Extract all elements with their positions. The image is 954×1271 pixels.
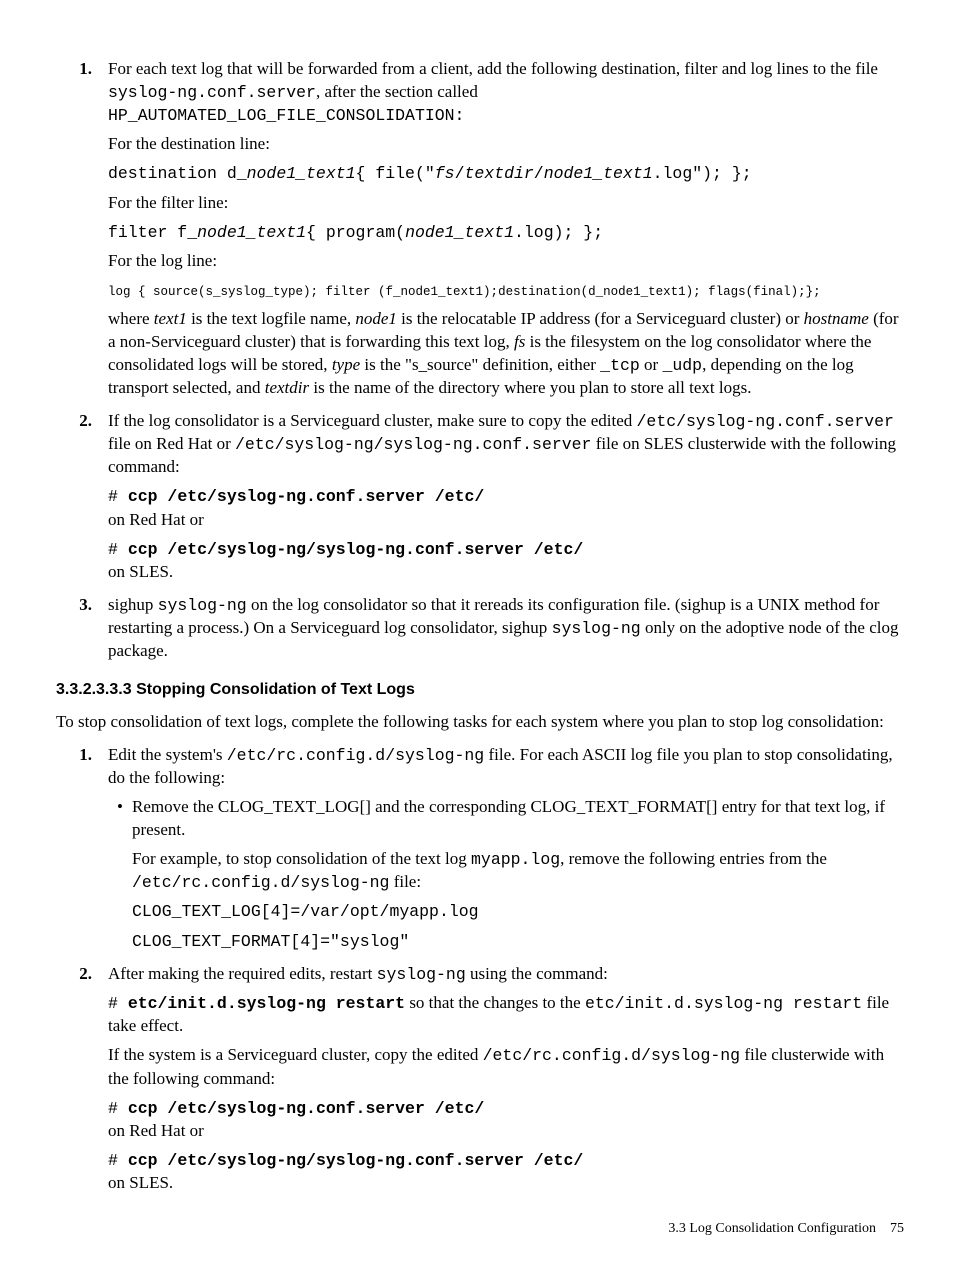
- code: _tcp: [600, 356, 640, 375]
- step-number: 2.: [56, 963, 108, 1195]
- text: If the system is a Serviceguard cluster,…: [108, 1045, 483, 1064]
- command: etc/init.d.syslog-ng restart: [128, 994, 405, 1013]
- step-body: For each text log that will be forwarded…: [108, 58, 904, 400]
- text: is the text logfile name,: [187, 309, 356, 328]
- code: log { source(s_syslog_type); filter (f_n…: [108, 285, 821, 299]
- code: HP_AUTOMATED_LOG_FILE_CONSOLIDATION:: [108, 106, 464, 125]
- step-body: Edit the system's /etc/rc.config.d/syslo…: [108, 744, 904, 953]
- page-container: 1. For each text log that will be forwar…: [0, 0, 954, 1271]
- label: For the filter line:: [108, 192, 904, 215]
- var: type: [332, 355, 360, 374]
- code-var: node1_text1: [405, 223, 514, 242]
- var: node1: [355, 309, 397, 328]
- var: hostname: [804, 309, 869, 328]
- code: /: [534, 164, 544, 183]
- section-heading: 3.3.2.3.3.3 Stopping Consolidation of Te…: [56, 679, 904, 701]
- code: syslog-ng: [158, 596, 247, 615]
- text: For each text log that will be forwarded…: [108, 59, 878, 78]
- prompt: #: [108, 1099, 128, 1118]
- prompt: #: [108, 487, 128, 506]
- text: using the command:: [466, 964, 608, 983]
- text: file:: [389, 872, 421, 891]
- bullet-icon: •: [108, 796, 132, 953]
- code: syslog-ng.conf.server: [108, 83, 316, 102]
- code-var: node1_text1: [544, 164, 653, 183]
- text: is the relocatable IP address (for a Ser…: [397, 309, 804, 328]
- text: For example, to stop consolidation of th…: [132, 849, 471, 868]
- text: Edit the system's: [108, 745, 227, 764]
- code: syslog-ng: [552, 619, 641, 638]
- code-var: node1_text1: [197, 223, 306, 242]
- prompt: #: [108, 994, 128, 1013]
- step-body: If the log consolidator is a Serviceguar…: [108, 410, 904, 584]
- code: /etc/rc.config.d/syslog-ng: [132, 873, 389, 892]
- text: on Red Hat or: [108, 1120, 904, 1143]
- code: .log); };: [514, 223, 603, 242]
- text: on SLES.: [108, 561, 904, 584]
- code: etc/init.d.syslog-ng restart: [585, 994, 862, 1013]
- code: destination d_: [108, 164, 247, 183]
- text: so that the changes to the: [405, 993, 585, 1012]
- var: textdir: [265, 378, 309, 397]
- stop-step-1: 1. Edit the system's /etc/rc.config.d/sy…: [56, 744, 904, 953]
- section-intro: To stop consolidation of text logs, comp…: [56, 711, 904, 734]
- code: filter f_: [108, 223, 197, 242]
- command: ccp /etc/syslog-ng.conf.server /etc/: [128, 1099, 484, 1118]
- step-2: 2. If the log consolidator is a Serviceg…: [56, 410, 904, 584]
- code: CLOG_TEXT_LOG[4]=/var/opt/myapp.log: [132, 902, 479, 921]
- command: ccp /etc/syslog-ng/syslog-ng.conf.server…: [128, 540, 583, 559]
- step-number: 3.: [56, 594, 108, 663]
- code: myapp.log: [471, 850, 560, 869]
- bullet-item: • Remove the CLOG_TEXT_LOG[] and the cor…: [108, 796, 904, 953]
- var: fs: [514, 332, 525, 351]
- code: { program(: [306, 223, 405, 242]
- step-body: sighup syslog-ng on the log consolidator…: [108, 594, 904, 663]
- code: /: [455, 164, 465, 183]
- text: or: [640, 355, 663, 374]
- code: /etc/syslog-ng.conf.server: [637, 412, 894, 431]
- text: , after the section called: [316, 82, 478, 101]
- code-var: textdir: [464, 164, 533, 183]
- code: .log"); };: [653, 164, 752, 183]
- code: syslog-ng: [377, 965, 466, 984]
- step-body: After making the required edits, restart…: [108, 963, 904, 1195]
- text: is the name of the directory where you p…: [309, 378, 751, 397]
- text: file on Red Hat or: [108, 434, 235, 453]
- prompt: #: [108, 540, 128, 559]
- code-var: fs: [435, 164, 455, 183]
- step-number: 1.: [56, 58, 108, 400]
- text: on Red Hat or: [108, 509, 904, 532]
- prompt: #: [108, 1151, 128, 1170]
- step-number: 2.: [56, 410, 108, 584]
- page-footer: 3.3 Log Consolidation Configuration 75: [668, 1220, 904, 1239]
- text: Remove the CLOG_TEXT_LOG[] and the corre…: [132, 796, 904, 842]
- text: , remove the following entries from the: [560, 849, 827, 868]
- text: If the log consolidator is a Serviceguar…: [108, 411, 637, 430]
- step-3: 3. sighup syslog-ng on the log consolida…: [56, 594, 904, 663]
- step-number: 1.: [56, 744, 108, 953]
- command: ccp /etc/syslog-ng/syslog-ng.conf.server…: [128, 1151, 583, 1170]
- label: For the log line:: [108, 250, 904, 273]
- command: ccp /etc/syslog-ng.conf.server /etc/: [128, 487, 484, 506]
- text: After making the required edits, restart: [108, 964, 377, 983]
- text: where: [108, 309, 154, 328]
- code: /etc/rc.config.d/syslog-ng: [227, 746, 484, 765]
- code-var: node1_text1: [247, 164, 356, 183]
- code: _udp: [662, 356, 702, 375]
- text: on SLES.: [108, 1172, 904, 1195]
- var: text1: [154, 309, 187, 328]
- footer-page-number: 75: [890, 1221, 904, 1236]
- code: /etc/syslog-ng/syslog-ng.conf.server: [235, 435, 591, 454]
- text: sighup: [108, 595, 158, 614]
- label: For the destination line:: [108, 133, 904, 156]
- step-1: 1. For each text log that will be forwar…: [56, 58, 904, 400]
- code: CLOG_TEXT_FORMAT[4]="syslog": [132, 932, 409, 951]
- text: is the "s_source" definition, either: [360, 355, 600, 374]
- stop-step-2: 2. After making the required edits, rest…: [56, 963, 904, 1195]
- code: /etc/rc.config.d/syslog-ng: [483, 1046, 740, 1065]
- code: { file(": [356, 164, 435, 183]
- footer-section: 3.3 Log Consolidation Configuration: [668, 1221, 876, 1236]
